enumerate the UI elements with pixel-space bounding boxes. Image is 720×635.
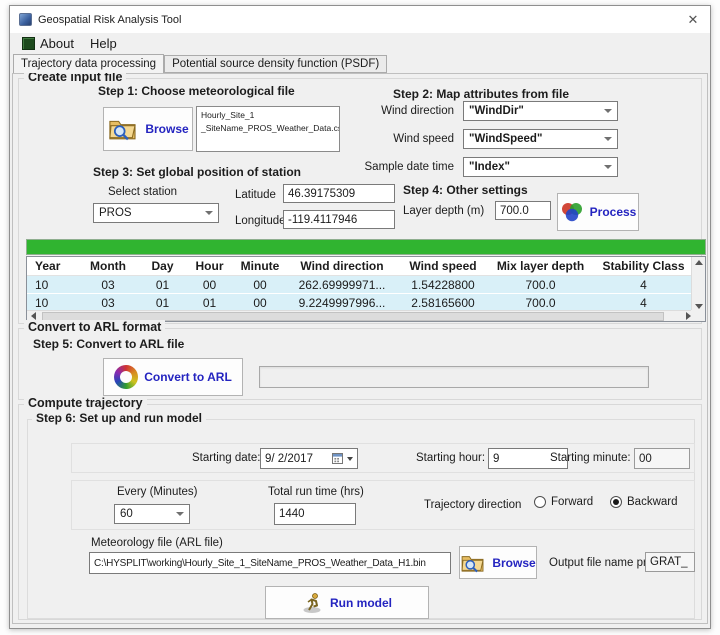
process-circles-icon (560, 201, 584, 223)
app-icon (19, 13, 32, 26)
sample-datetime-label: Sample date time (349, 161, 454, 173)
weather-data-table: Year Month Day Hour Minute Wind directio… (26, 256, 706, 322)
group-create-input-file: Create input file Step 1: Choose meteoro… (18, 78, 702, 324)
wind-speed-label: Wind speed (349, 133, 454, 145)
longitude-field[interactable]: -119.4117946 (283, 210, 395, 229)
starting-minute-label: Starting minute: (550, 452, 631, 464)
menu-bar: About Help (10, 33, 710, 54)
longitude-label: Longitude (235, 215, 286, 227)
start-time-panel: Starting date: 9/ 2/2017 Starting hour: (71, 443, 695, 473)
color-ring-icon (114, 365, 138, 389)
wind-speed-combo[interactable]: "WindSpeed" (463, 129, 618, 149)
tab-page: Create input file Step 1: Choose meteoro… (12, 73, 708, 624)
table-vertical-scrollbar[interactable] (691, 257, 705, 312)
met-file-name-box[interactable]: Hourly_Site_1 _SiteName_PROS_Weather_Dat… (196, 106, 340, 152)
scroll-up-icon[interactable] (695, 260, 703, 265)
layer-depth-label: Layer depth (m) (403, 205, 484, 217)
import-progress-bar (26, 239, 706, 255)
wind-direction-combo[interactable]: "WindDir" (463, 101, 618, 121)
run-model-button[interactable]: Run model (265, 586, 429, 619)
met-arl-file-path-field[interactable]: C:\HYSPLIT\working\Hourly_Site_1_SiteNam… (89, 552, 451, 574)
table-header-row[interactable]: Year Month Day Hour Minute Wind directio… (27, 257, 705, 276)
process-label: Process (590, 205, 637, 219)
browse-arl-file-label: Browse (492, 556, 535, 570)
about-icon (22, 37, 35, 50)
run-settings-panel: Every (Minutes) 60 Total run time (hrs) … (71, 480, 695, 530)
trajectory-direction-label: Trajectory direction (424, 499, 521, 511)
select-station-label: Select station (108, 186, 177, 198)
met-file-line2: _SiteName_PROS_Weather_Data.csv (201, 122, 335, 135)
tab-strip: Trajectory data processing Potential sou… (10, 54, 710, 73)
folder-search-icon (460, 553, 486, 573)
total-run-time-field[interactable]: 1440 (274, 503, 356, 525)
step4-heading: Step 4: Other settings (403, 183, 528, 197)
scroll-left-icon (31, 312, 36, 320)
group-convert-arl: Convert to ARL format Step 5: Convert to… (18, 328, 702, 400)
total-run-time-label: Total run time (hrs) (268, 486, 364, 498)
starting-date-label: Starting date: (192, 452, 260, 464)
starting-minute-field[interactable]: 00 (634, 448, 690, 469)
calendar-icon (332, 453, 343, 464)
step6-heading: Step 6: Set up and run model (32, 411, 206, 425)
every-minutes-combo[interactable]: 60 (114, 504, 190, 524)
scroll-down-icon[interactable] (695, 304, 703, 309)
menu-help[interactable]: Help (82, 35, 125, 52)
latitude-field[interactable]: 46.39175309 (283, 184, 395, 203)
met-file-line1: Hourly_Site_1 (201, 109, 335, 122)
starting-date-picker[interactable]: 9/ 2/2017 (260, 448, 358, 469)
sample-datetime-combo[interactable]: "Index" (463, 157, 618, 177)
radio-backward[interactable]: Backward (610, 496, 678, 508)
window-title: Geospatial Risk Analysis Tool (38, 14, 181, 26)
close-button[interactable]: ✕ (676, 6, 710, 33)
runner-icon (302, 592, 324, 614)
browse-met-file-label: Browse (145, 122, 188, 136)
run-model-label: Run model (330, 596, 392, 610)
latitude-label: Latitude (235, 189, 276, 201)
convert-to-arl-button[interactable]: Convert to ARL (103, 358, 243, 396)
step2-heading: Step 2: Map attributes from file (393, 87, 569, 101)
convert-to-arl-label: Convert to ARL (144, 370, 232, 384)
table-row[interactable]: 10 03 01 00 00 262.69999971... 1.5422880… (27, 276, 705, 294)
title-bar: Geospatial Risk Analysis Tool ✕ (10, 6, 710, 33)
starting-hour-label: Starting hour: (416, 452, 485, 464)
step1-heading: Step 1: Choose meteorological file (98, 84, 295, 98)
output-prefix-field[interactable]: GRAT_ (645, 552, 695, 572)
layer-depth-field[interactable]: 700.0 (495, 201, 551, 220)
backward-radio-icon (610, 496, 622, 508)
app-window: Geospatial Risk Analysis Tool ✕ About He… (9, 5, 711, 629)
date-dropdown-caret-icon (347, 457, 353, 461)
browse-met-file-button[interactable]: Browse (103, 107, 193, 151)
wind-direction-label: Wind direction (349, 105, 454, 117)
step3-heading: Step 3: Set global position of station (93, 165, 301, 179)
process-button[interactable]: Process (557, 193, 639, 231)
radio-forward[interactable]: Forward (534, 496, 593, 508)
group-title-convert: Convert to ARL format (24, 320, 165, 334)
every-minutes-label: Every (Minutes) (117, 486, 198, 498)
scrollbar-corner (691, 310, 705, 321)
met-arl-file-label: Meteorology file (ARL file) (91, 537, 223, 549)
tab-psdf[interactable]: Potential source density function (PSDF) (164, 55, 387, 73)
menu-about[interactable]: About (14, 35, 82, 52)
group-title-compute: Compute trajectory (24, 396, 147, 410)
station-combo[interactable]: PROS (93, 203, 219, 223)
tab-trajectory-data-processing[interactable]: Trajectory data processing (13, 54, 164, 73)
browse-arl-file-button[interactable]: Browse (459, 546, 537, 579)
folder-search-icon (107, 117, 139, 141)
step5-heading: Step 5: Convert to ARL file (33, 337, 184, 351)
convert-progress-bar (259, 366, 649, 388)
forward-radio-icon (534, 496, 546, 508)
group-compute-trajectory: Compute trajectory Step 6: Set up and ru… (18, 404, 702, 620)
